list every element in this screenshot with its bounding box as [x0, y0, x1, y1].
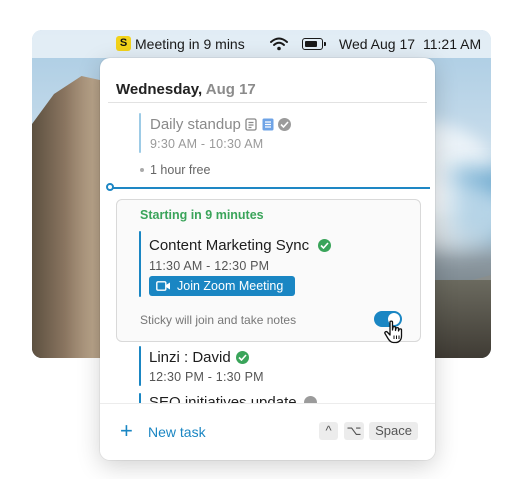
space-key: Space — [369, 422, 418, 440]
free-time-label: 1 hour free — [150, 163, 211, 177]
battery-icon[interactable] — [302, 38, 326, 50]
check-icon — [278, 118, 291, 131]
join-zoom-label: Join Zoom Meeting — [177, 279, 284, 293]
option-key: ⌥ — [344, 422, 364, 440]
date-label: Aug 17 — [205, 81, 256, 98]
calendar-popover: Wednesday, Aug 17 Daily standup 9:30 AM … — [100, 58, 435, 460]
upcoming-event-title[interactable]: Content Marketing Sync — [149, 237, 309, 254]
wifi-icon[interactable] — [270, 37, 288, 51]
menubar-time[interactable]: 11:21 AM — [423, 36, 481, 52]
new-task-button[interactable]: New task — [148, 424, 206, 440]
sticky-app-icon[interactable]: S — [116, 36, 131, 51]
join-zoom-button[interactable]: Join Zoom Meeting — [149, 276, 295, 296]
panel-date-header: Wednesday, Aug 17 — [116, 81, 256, 98]
hand-cursor-icon — [384, 320, 403, 344]
meeting-status[interactable]: Meeting in 9 mins — [135, 36, 245, 52]
event-color-bar — [139, 346, 141, 386]
header-divider — [108, 102, 427, 103]
current-time-marker — [106, 183, 114, 191]
plus-icon[interactable]: + — [120, 420, 133, 442]
current-time-line — [111, 187, 430, 189]
event-time: 9:30 AM - 10:30 AM — [150, 137, 264, 151]
event-title[interactable]: Daily standup — [150, 116, 241, 133]
upcoming-event-time: 11:30 AM - 12:30 PM — [149, 259, 270, 273]
sticky-notes-label: Sticky will join and take notes — [140, 313, 297, 327]
control-key: ^ — [319, 422, 338, 440]
event-color-bar — [139, 113, 141, 153]
starting-soon-label: Starting in 9 minutes — [140, 208, 264, 222]
video-camera-icon — [156, 281, 170, 291]
weekday-label: Wednesday, — [116, 81, 203, 98]
event-title[interactable]: Linzi : David — [149, 349, 231, 366]
free-time-dot — [140, 168, 144, 172]
event-time: 12:30 PM - 1:30 PM — [149, 370, 264, 384]
menubar-date[interactable]: Wed Aug 17 — [339, 36, 415, 52]
check-icon — [236, 351, 249, 364]
check-icon — [318, 239, 331, 252]
event-color-bar — [139, 231, 141, 297]
notes-icon[interactable] — [245, 118, 257, 131]
doc-icon[interactable] — [262, 118, 274, 131]
